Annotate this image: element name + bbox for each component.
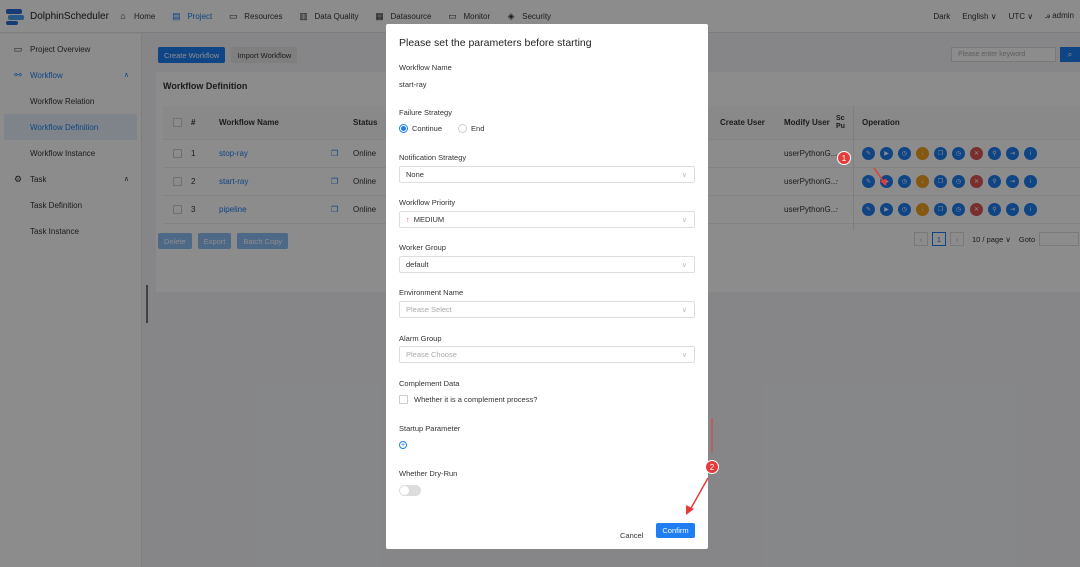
failure-strategy-label: Failure Strategy	[399, 108, 452, 117]
radio-end[interactable]	[458, 124, 468, 133]
annotation-marker-1: 1	[837, 151, 851, 165]
workflow-priority-value: MEDIUM	[413, 215, 445, 224]
worker-group-label: Worker Group	[399, 243, 446, 252]
notification-strategy-value: None	[406, 170, 424, 179]
failure-strategy-group: Continue End	[399, 124, 484, 133]
alarm-group-placeholder: Please Choose	[406, 350, 457, 359]
alarm-group-select[interactable]: Please Choose ∨	[399, 346, 695, 363]
dry-run-toggle[interactable]	[399, 485, 421, 496]
radio-continue[interactable]	[399, 124, 408, 133]
dialog-title: Please set the parameters before startin…	[399, 37, 592, 49]
chevron-down-icon: ∨	[681, 216, 687, 224]
chevron-down-icon: ∨	[681, 261, 687, 269]
arrow-up-icon: ↑	[406, 215, 410, 224]
radio-continue-label: Continue	[412, 124, 443, 133]
workflow-priority-select[interactable]: ↑ MEDIUM ∨	[399, 211, 695, 228]
notification-strategy-label: Notification Strategy	[399, 153, 467, 162]
notification-strategy-select[interactable]: None ∨	[399, 166, 695, 183]
complement-checkbox[interactable]	[399, 395, 408, 404]
add-parameter-icon[interactable]: +	[399, 441, 407, 449]
complement-checkbox-row: Whether it is a complement process?	[399, 395, 537, 404]
cancel-button[interactable]: Cancel	[620, 531, 643, 540]
chevron-down-icon: ∨	[681, 171, 687, 179]
environment-name-label: Environment Name	[399, 288, 464, 297]
confirm-button[interactable]: Confirm	[656, 523, 695, 538]
workflow-name-value: start-ray	[399, 80, 427, 89]
environment-name-placeholder: Please Select	[406, 305, 452, 314]
worker-group-select[interactable]: default ∨	[399, 256, 695, 273]
complement-checkbox-label: Whether it is a complement process?	[414, 395, 538, 404]
start-parameters-dialog: Please set the parameters before startin…	[386, 24, 708, 549]
chevron-down-icon: ∨	[681, 306, 687, 314]
dry-run-label: Whether Dry-Run	[399, 469, 458, 478]
worker-group-value: default	[406, 260, 429, 269]
annotation-marker-2: 2	[705, 460, 719, 474]
startup-parameter-label: Startup Parameter	[399, 424, 461, 433]
environment-name-select[interactable]: Please Select ∨	[399, 301, 695, 318]
workflow-priority-label: Workflow Priority	[399, 198, 456, 207]
alarm-group-label: Alarm Group	[399, 334, 442, 343]
radio-end-label: End	[471, 124, 485, 133]
workflow-name-label: Workflow Name	[399, 63, 452, 72]
chevron-down-icon: ∨	[681, 351, 687, 359]
complement-data-label: Complement Data	[399, 379, 460, 388]
